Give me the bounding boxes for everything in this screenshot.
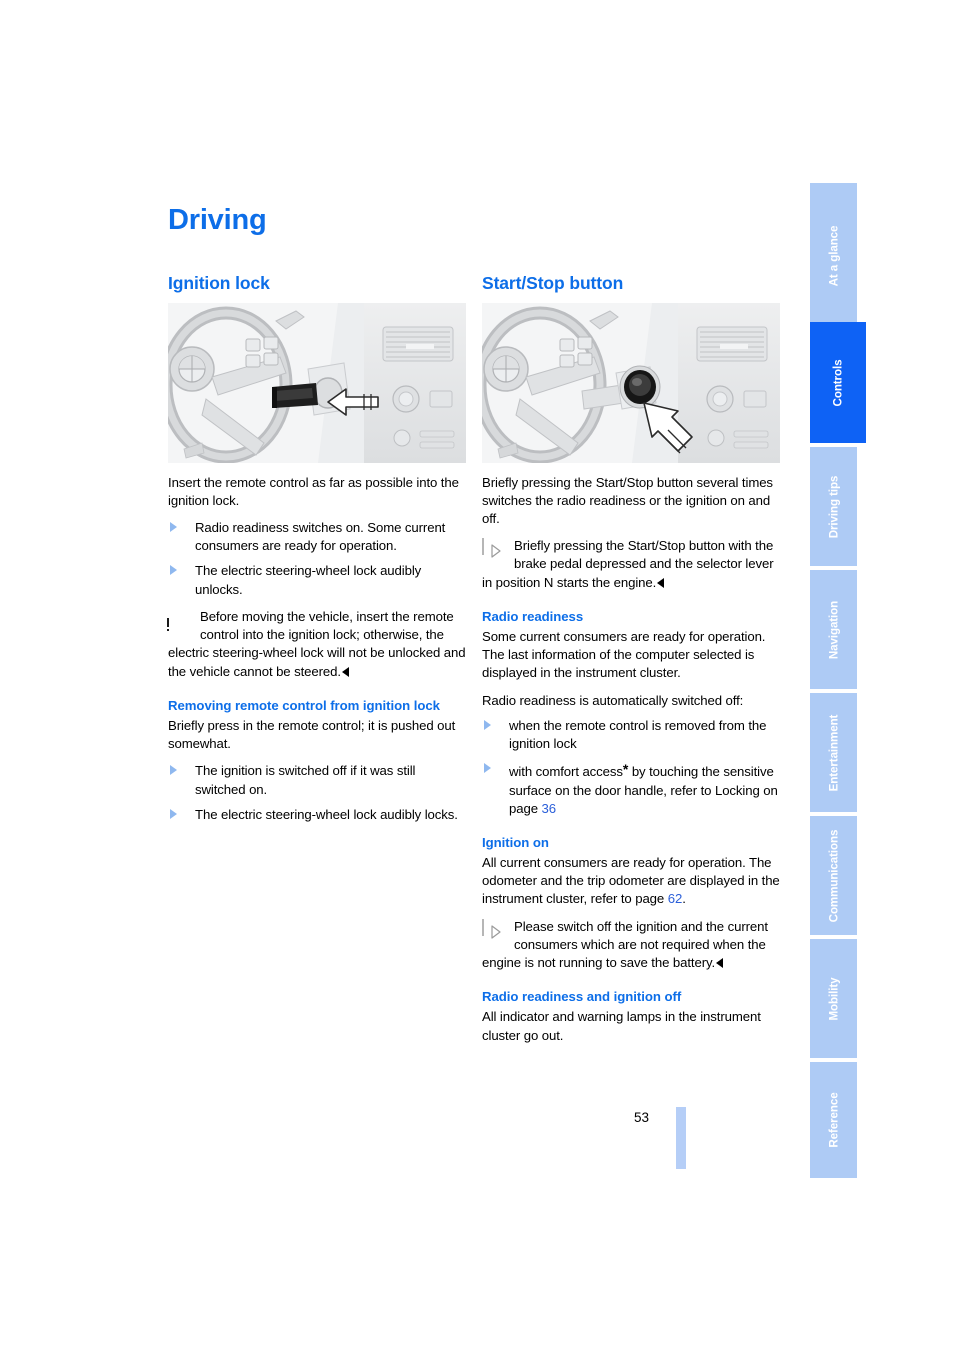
sidebar-tab-driving-tips[interactable]: Driving tips [810, 447, 857, 566]
note-text: Please switch off the ignition and the c… [482, 918, 768, 971]
list-item: The ignition is switched off if it was s… [168, 762, 466, 798]
note-block-ignition-on: Please switch off the ignition and the c… [482, 918, 780, 973]
end-of-note-marker [341, 666, 349, 677]
radio-readiness-lead-in: Radio readiness is automatically switche… [482, 692, 744, 708]
page-reference-link[interactable]: 36 [542, 801, 557, 816]
radio-off-paragraph: All indicator and warning lamps in the i… [482, 1009, 761, 1043]
note-icon [482, 918, 508, 945]
bullet-triangle-icon [484, 763, 491, 774]
sidebar-tab-navigation[interactable]: Navigation [810, 570, 857, 689]
sidebar-tab-label: Reference [827, 1092, 840, 1148]
warning-icon [158, 600, 194, 635]
sidebar-tab-communications[interactable]: Communications [810, 816, 857, 935]
list-item-text: The electric steering-wheel lock audibly… [195, 806, 458, 822]
page-content: Driving Ignition lock Insert the remote … [158, 204, 780, 1054]
note-icon [482, 538, 508, 564]
right-intro-paragraph: Briefly pressing the Start/Stop button s… [482, 474, 773, 526]
subsection-title-radio-readiness: Radio readiness [482, 608, 584, 624]
left-intro-paragraph: Insert the remote control as far as poss… [168, 474, 459, 508]
left-column: Ignition lock Insert the remote control … [158, 273, 466, 833]
list-item-text: when the remote control is removed from … [509, 717, 767, 752]
left-subsection-intro: Briefly press in the remote control; it … [168, 717, 456, 752]
chapter-tab-sidebar: At a glance Controls Driving tips Naviga… [810, 183, 866, 1178]
figure-ignition-lock: WRD-JOH-10/2004 [168, 302, 466, 463]
list-item: The electric steering-wheel lock audibly… [168, 562, 466, 598]
list-item-text: The ignition is switched off if it was s… [195, 763, 416, 797]
sidebar-tab-controls[interactable]: Controls [810, 322, 866, 443]
note-block-start-stop: Briefly pressing the Start/Stop button w… [482, 537, 780, 592]
sidebar-tab-label: Driving tips [827, 475, 840, 538]
warning-text: Before moving the vehicle, insert the re… [168, 608, 466, 679]
list-item: Radio readiness switches on. Some curren… [168, 519, 466, 555]
bullet-triangle-icon [170, 565, 177, 576]
sidebar-tab-label: Controls [831, 359, 845, 406]
sidebar-tab-entertainment[interactable]: Entertainment [810, 693, 857, 812]
page-number: 53 [634, 1110, 650, 1125]
subsection-title-ignition-on: Ignition on [482, 834, 549, 850]
ignition-on-text-post: . [682, 891, 686, 907]
figure-start-stop-button: WRD-JAH-10/2004 [482, 302, 780, 463]
page-number-bar [676, 1107, 686, 1169]
list-item: when the remote control is removed from … [482, 717, 780, 753]
page-reference-link[interactable]: 62 [668, 891, 683, 906]
manual-page: Driving Ignition lock Insert the remote … [0, 0, 954, 1351]
right-column: Start/Stop button Briefly pressing the S… [482, 273, 780, 1053]
radio-readiness-bullet-list: when the remote control is removed from … [482, 717, 780, 818]
subsection-title-radio-readiness-and-ignition-off: Radio readiness and ignition off [482, 989, 682, 1005]
sidebar-tab-reference[interactable]: Reference [810, 1062, 857, 1178]
sidebar-tab-label: Navigation [827, 600, 840, 659]
sidebar-tab-label: Entertainment [827, 714, 840, 791]
left-bullet-list: Radio readiness switches on. Some curren… [168, 519, 466, 599]
bullet-triangle-icon [170, 808, 177, 819]
left-subsection-bullet-list: The ignition is switched off if it was s… [168, 762, 466, 824]
list-item-text: Radio readiness switches on. Some curren… [195, 520, 446, 554]
chapter-title: Driving [168, 204, 267, 236]
sidebar-tab-mobility[interactable]: Mobility [810, 939, 857, 1058]
end-of-note-marker [716, 958, 724, 969]
list-item-text-pre: with comfort access [509, 764, 623, 780]
sidebar-tab-label: At a glance [827, 225, 840, 286]
section-title-ignition-lock: Ignition lock [168, 273, 270, 294]
sidebar-tab-label: Communications [827, 829, 840, 922]
bullet-triangle-icon [170, 522, 177, 532]
bullet-triangle-icon [170, 765, 177, 776]
two-column-layout: Ignition lock Insert the remote control … [158, 273, 780, 1053]
list-item-text: The electric steering-wheel lock audibly… [195, 563, 422, 597]
end-of-note-marker [657, 577, 665, 588]
sidebar-tab-label: Mobility [827, 977, 840, 1020]
radio-readiness-paragraph: Some current consumers are ready for ope… [482, 628, 766, 681]
list-item: with comfort access* by touching the sen… [482, 760, 780, 818]
note-text: Briefly pressing the Start/Stop button w… [482, 538, 774, 590]
ignition-on-paragraph: All current consumers are ready for oper… [482, 854, 780, 909]
section-title-start-stop-button: Start/Stop button [482, 273, 624, 294]
sidebar-tab-at-a-glance[interactable]: At a glance [810, 183, 857, 328]
bullet-triangle-icon [484, 719, 491, 730]
warning-block: Before moving the vehicle, insert the re… [158, 600, 466, 681]
list-item: The electric steering-wheel lock audibly… [168, 806, 466, 824]
ignition-on-text-pre: All current consumers are ready for oper… [482, 855, 780, 907]
subsection-title-removing-remote-control: Removing remote control from ignition lo… [168, 697, 440, 713]
